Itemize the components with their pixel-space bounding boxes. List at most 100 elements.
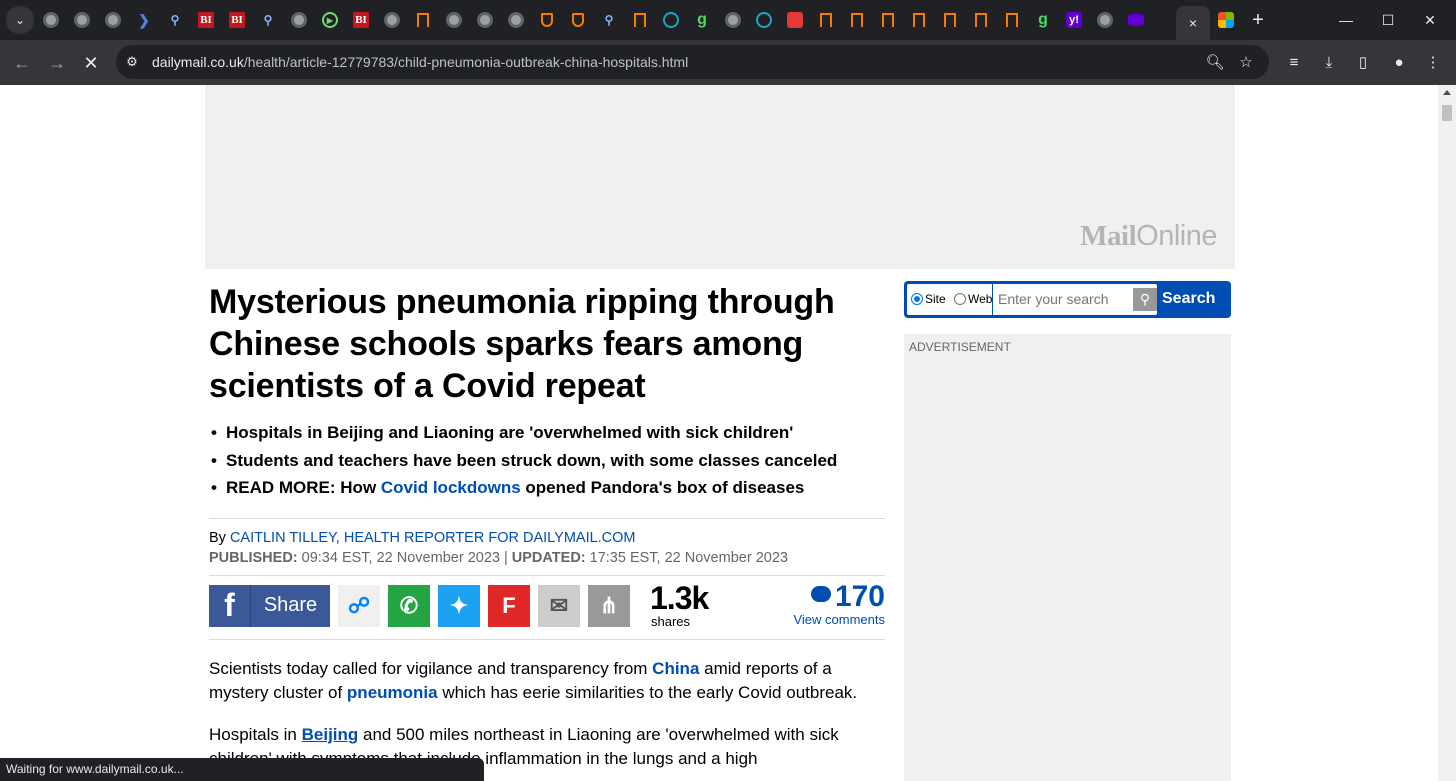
china-link[interactable]: China	[652, 659, 699, 678]
tab[interactable]	[1092, 8, 1118, 32]
site-info-icon[interactable]: ⚙	[122, 52, 142, 72]
tab[interactable]	[379, 8, 405, 32]
tab[interactable]	[658, 8, 684, 32]
address-bar[interactable]: ⚙ dailymail.co.uk/health/article-1277978…	[116, 45, 1269, 79]
tab[interactable]: ⚲	[596, 8, 622, 32]
search-divider	[992, 284, 993, 315]
radio-site[interactable]	[911, 293, 923, 305]
tab-search-menu-button[interactable]: ⌄	[6, 6, 34, 34]
comments-count: 170	[834, 579, 885, 613]
globe-icon	[105, 12, 121, 28]
tab[interactable]	[999, 8, 1025, 32]
tab[interactable]: ❯	[131, 8, 157, 32]
tab[interactable]	[410, 8, 436, 32]
download-icon[interactable]: ⤓	[1318, 51, 1340, 73]
media-control-icon[interactable]: ≡	[1283, 51, 1305, 73]
bookmark-star-icon[interactable]: ☆	[1236, 52, 1256, 72]
tab[interactable]: BI	[224, 8, 250, 32]
twitter-icon[interactable]: ✦	[438, 584, 480, 627]
tab[interactable]: ▶	[317, 8, 343, 32]
tab[interactable]	[751, 8, 777, 32]
tab[interactable]	[937, 8, 963, 32]
tab[interactable]	[813, 8, 839, 32]
tab[interactable]	[782, 8, 808, 32]
whatsapp-icon[interactable]: ✆	[388, 584, 430, 627]
advertisement-label: ADVERTISEMENT	[909, 340, 1011, 354]
mailonline-logo[interactable]: MailOnline	[1080, 220, 1217, 253]
menu-icon[interactable]: ⋮	[1422, 51, 1444, 73]
messenger-icon[interactable]: ☍	[338, 584, 380, 627]
tab[interactable]	[875, 8, 901, 32]
arrow-icon: ❯	[138, 11, 150, 28]
comments-link[interactable]: 170 View comments	[793, 579, 885, 627]
stop-loading-icon[interactable]: ✕	[77, 49, 105, 77]
site-search-box: Site Web ⚲ Search	[904, 281, 1231, 318]
tab[interactable]	[1123, 8, 1149, 32]
summary-item: Students and teachers have been struck d…	[209, 447, 885, 475]
minimize-icon[interactable]: —	[1336, 10, 1356, 30]
tab[interactable]: BI	[348, 8, 374, 32]
tab[interactable]: g	[689, 8, 715, 32]
flipboard-icon[interactable]: F	[488, 584, 530, 627]
dark-shield-icon	[756, 12, 772, 28]
bookmark-icon	[820, 13, 832, 27]
scrollbar-thumb[interactable]	[1442, 105, 1452, 121]
tab[interactable]: g	[1030, 8, 1056, 32]
more-share-icon[interactable]: ⋔	[588, 584, 630, 627]
tab[interactable]	[472, 8, 498, 32]
back-icon[interactable]: ←	[8, 49, 36, 77]
tab[interactable]	[906, 8, 932, 32]
side-panel-icon[interactable]: ▯	[1352, 51, 1374, 73]
profile-icon[interactable]: ●	[1388, 51, 1410, 73]
tab[interactable]	[720, 8, 746, 32]
radio-web-label: Web	[968, 292, 993, 306]
email-icon[interactable]: ✉	[538, 584, 580, 627]
close-tab-icon[interactable]: ×	[1189, 15, 1197, 31]
globe-icon	[477, 12, 493, 28]
page-scrollbar[interactable]	[1438, 85, 1456, 781]
facebook-share-button[interactable]: f Share	[209, 584, 330, 627]
active-tab[interactable]: ×	[1176, 6, 1210, 40]
tab[interactable]	[441, 8, 467, 32]
tab[interactable]: BI	[193, 8, 219, 32]
tab[interactable]: ⚲	[255, 8, 281, 32]
close-window-icon[interactable]: ✕	[1420, 10, 1440, 30]
tab[interactable]	[38, 8, 64, 32]
para-text: which has eerie similarities to the earl…	[437, 683, 858, 702]
shield-icon	[572, 13, 584, 27]
search-icon[interactable]: ⚲	[1133, 288, 1157, 311]
forward-icon[interactable]: →	[43, 49, 71, 77]
new-tab-button[interactable]: +	[1244, 6, 1272, 34]
tab[interactable]	[286, 8, 312, 32]
play-icon: ▶	[322, 12, 338, 28]
maximize-icon[interactable]: ☐	[1378, 10, 1398, 30]
zoom-icon[interactable]: 🔍︎	[1205, 52, 1225, 72]
pneumonia-link[interactable]: pneumonia	[347, 683, 438, 702]
beijing-link[interactable]: Beijing	[302, 725, 359, 744]
tab[interactable]	[100, 8, 126, 32]
covid-lockdowns-link[interactable]: Covid lockdowns	[381, 478, 521, 497]
search-input[interactable]	[998, 291, 1128, 307]
tab[interactable]	[69, 8, 95, 32]
tab[interactable]	[534, 8, 560, 32]
bookmark-icon	[975, 13, 987, 27]
updated-label: UPDATED:	[511, 549, 586, 566]
tab[interactable]: ⚲	[162, 8, 188, 32]
tab[interactable]: y!	[1061, 8, 1087, 32]
globe-icon	[725, 12, 741, 28]
top-ad-banner: MailOnline	[205, 85, 1235, 269]
author-link[interactable]: CAITLIN TILLEY, HEALTH REPORTER FOR DAIL…	[230, 530, 636, 546]
tab[interactable]	[627, 8, 653, 32]
tab[interactable]	[968, 8, 994, 32]
bookmark-icon	[851, 13, 863, 27]
radio-web[interactable]	[954, 293, 966, 305]
scroll-up-icon[interactable]	[1443, 90, 1451, 95]
url-text[interactable]: dailymail.co.uk/health/article-12779783/…	[152, 54, 688, 70]
search-button[interactable]: Search	[1162, 290, 1215, 308]
tab[interactable]	[503, 8, 529, 32]
tab-microsoft[interactable]	[1213, 8, 1239, 32]
tab[interactable]	[565, 8, 591, 32]
share-count-number: 1.3k	[650, 579, 709, 616]
g-icon: g	[1038, 11, 1048, 28]
tab[interactable]	[844, 8, 870, 32]
